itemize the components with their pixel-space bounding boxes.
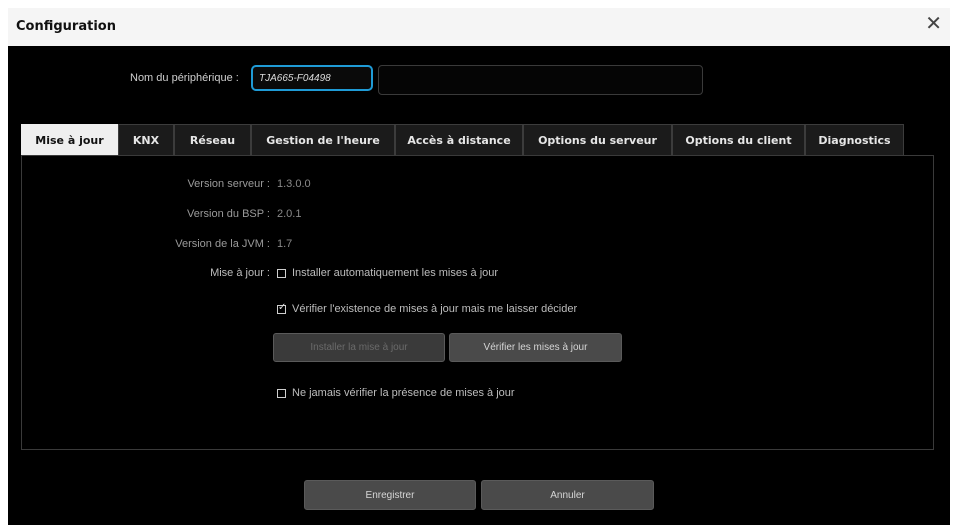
tab-acces-distance[interactable]: Accès à distance	[395, 124, 523, 156]
window-title: Configuration	[16, 19, 116, 34]
save-button[interactable]: Enregistrer	[304, 480, 476, 510]
bsp-version-value: 2.0.1	[277, 208, 302, 220]
auto-install-checkbox[interactable]	[277, 268, 286, 278]
tab-reseau[interactable]: Réseau	[174, 124, 251, 156]
tab-gestion-heure[interactable]: Gestion de l'heure	[251, 124, 395, 156]
tab-options-client[interactable]: Options du client	[672, 124, 805, 156]
close-icon[interactable]: ✕	[925, 14, 942, 34]
jvm-version-label: Version de la JVM :	[175, 238, 270, 250]
check-updates-option[interactable]: Vérifier l'existence de mises à jour mai…	[277, 302, 577, 315]
check-updates-checkbox[interactable]	[277, 302, 286, 314]
configuration-dialog: Nom du périphérique : Mise à jour KNX Ré…	[8, 46, 950, 525]
server-version-label: Version serveur :	[187, 178, 270, 190]
auto-install-option[interactable]: Installer automatiquement les mises à jo…	[277, 267, 498, 279]
server-version-value: 1.3.0.0	[277, 178, 311, 190]
update-panel: Version serveur : 1.3.0.0 Version du BSP…	[21, 155, 934, 450]
tab-mise-a-jour[interactable]: Mise à jour	[21, 124, 118, 156]
install-update-button[interactable]: Installer la mise à jour	[273, 333, 445, 362]
device-name-label: Nom du périphérique :	[130, 72, 239, 84]
device-name-field-frame	[378, 65, 703, 95]
bsp-version-label: Version du BSP :	[187, 208, 270, 220]
check-updates-button[interactable]: Vérifier les mises à jour	[449, 333, 622, 362]
tab-options-serveur[interactable]: Options du serveur	[523, 124, 672, 156]
never-check-option[interactable]: Ne jamais vérifier la présence de mises …	[277, 387, 515, 399]
update-mode-label: Mise à jour :	[210, 267, 270, 279]
device-name-input[interactable]	[251, 65, 373, 91]
never-check-checkbox[interactable]	[277, 388, 286, 398]
tab-diagnostics[interactable]: Diagnostics	[805, 124, 904, 156]
jvm-version-value: 1.7	[277, 238, 293, 250]
title-bar: Configuration ✕	[8, 8, 950, 46]
tab-knx[interactable]: KNX	[118, 124, 174, 156]
cancel-button[interactable]: Annuler	[481, 480, 654, 510]
